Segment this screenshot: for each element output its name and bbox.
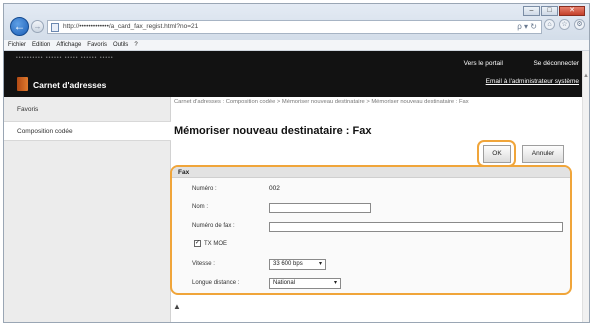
tx-mode-row: ✓ TX MOE xyxy=(194,240,227,247)
close-button[interactable]: ✕ xyxy=(559,6,585,16)
chevron-down-icon: ▾ xyxy=(318,261,322,267)
maximize-button[interactable]: □ xyxy=(541,6,558,16)
forward-arrow-icon[interactable]: → xyxy=(31,20,44,33)
tx-mode-checkbox[interactable]: ✓ xyxy=(194,240,201,247)
star-icon[interactable]: ☆ xyxy=(559,19,570,30)
menu-outils[interactable]: Outils xyxy=(113,40,128,50)
email-admin-link[interactable]: Email à l'administrateur système xyxy=(486,78,579,85)
sidebar: Favoris Composition codée xyxy=(4,97,171,322)
page-title: Mémoriser nouveau destinataire : Fax xyxy=(174,125,372,137)
menu-help[interactable]: ? xyxy=(134,40,137,50)
tx-mode-label: TX MOE xyxy=(204,240,228,247)
chevron-down-icon: ▾ xyxy=(333,280,337,286)
menu-affichage[interactable]: Affichage xyxy=(56,40,81,50)
long-distance-label: Longue distance : xyxy=(192,280,240,286)
speed-select[interactable]: 33 600 bps ▾ xyxy=(269,259,326,270)
fax-number-label: Numéro de fax : xyxy=(192,223,235,229)
fax-number-field[interactable] xyxy=(269,222,563,232)
home-icon[interactable]: ⌂ xyxy=(544,19,555,30)
scroll-to-top-icon[interactable]: ▲ xyxy=(173,302,181,311)
page-icon xyxy=(51,23,59,32)
menu-favoris[interactable]: Favoris xyxy=(87,40,107,50)
name-field[interactable] xyxy=(269,203,371,213)
scroll-up-icon[interactable]: ▲ xyxy=(583,73,589,79)
menu-edition[interactable]: Edition xyxy=(32,40,50,50)
logout-link[interactable]: Se déconnecter xyxy=(533,60,579,67)
fax-form-section: Fax Numéro : 002 Nom : Numéro de fax : ✓… xyxy=(170,165,572,295)
long-distance-select[interactable]: National ▾ xyxy=(269,278,341,289)
browser-toolbar: – □ ✕ ← → http://•••••••••••••/a_card_fa… xyxy=(4,4,589,40)
remote-ui-header: •••••••••• •••••• ••••• •••••• ••••• Car… xyxy=(4,51,589,97)
device-info: •••••••••• •••••• ••••• •••••• ••••• xyxy=(16,55,114,61)
sidebar-item-favoris[interactable]: Favoris xyxy=(4,100,171,120)
menu-fichier[interactable]: Fichier xyxy=(8,40,26,50)
address-book-icon xyxy=(17,77,28,91)
address-bar[interactable]: http://•••••••••••••/a_card_fax_regist.h… xyxy=(47,20,542,34)
scrollbar[interactable]: ▲ xyxy=(582,51,589,322)
long-distance-select-value: National xyxy=(273,280,296,286)
menu-bar: Fichier Edition Affichage Favoris Outils… xyxy=(4,40,589,51)
speed-label: Vitesse : xyxy=(192,261,215,267)
speed-select-value: 33 600 bps xyxy=(273,261,303,267)
minimize-button[interactable]: – xyxy=(523,6,540,16)
number-label: Numéro : xyxy=(192,186,217,192)
portal-link[interactable]: Vers le portail xyxy=(464,60,503,67)
header-title: Carnet d'adresses xyxy=(33,80,107,90)
cancel-button[interactable]: Annuler xyxy=(522,145,564,163)
sidebar-item-composition-codee[interactable]: Composition codée xyxy=(4,121,171,141)
url-text[interactable]: http://•••••••••••••/a_card_fax_regist.h… xyxy=(63,23,198,30)
number-value: 002 xyxy=(269,185,280,192)
back-arrow-icon[interactable]: ← xyxy=(10,17,29,36)
name-label: Nom : xyxy=(192,204,209,210)
ok-button[interactable]: OK xyxy=(483,145,511,163)
breadcrumb: Carnet d'adresses : Composition codée > … xyxy=(174,99,469,105)
window-controls: – □ ✕ xyxy=(523,6,585,16)
browser-icons: ⌂ ☆ ⚙ xyxy=(544,19,585,30)
fax-section-header: Fax xyxy=(172,167,570,178)
gear-icon[interactable]: ⚙ xyxy=(574,19,585,30)
search-refresh-icon[interactable]: ρ ▾ ↻ xyxy=(517,22,537,31)
